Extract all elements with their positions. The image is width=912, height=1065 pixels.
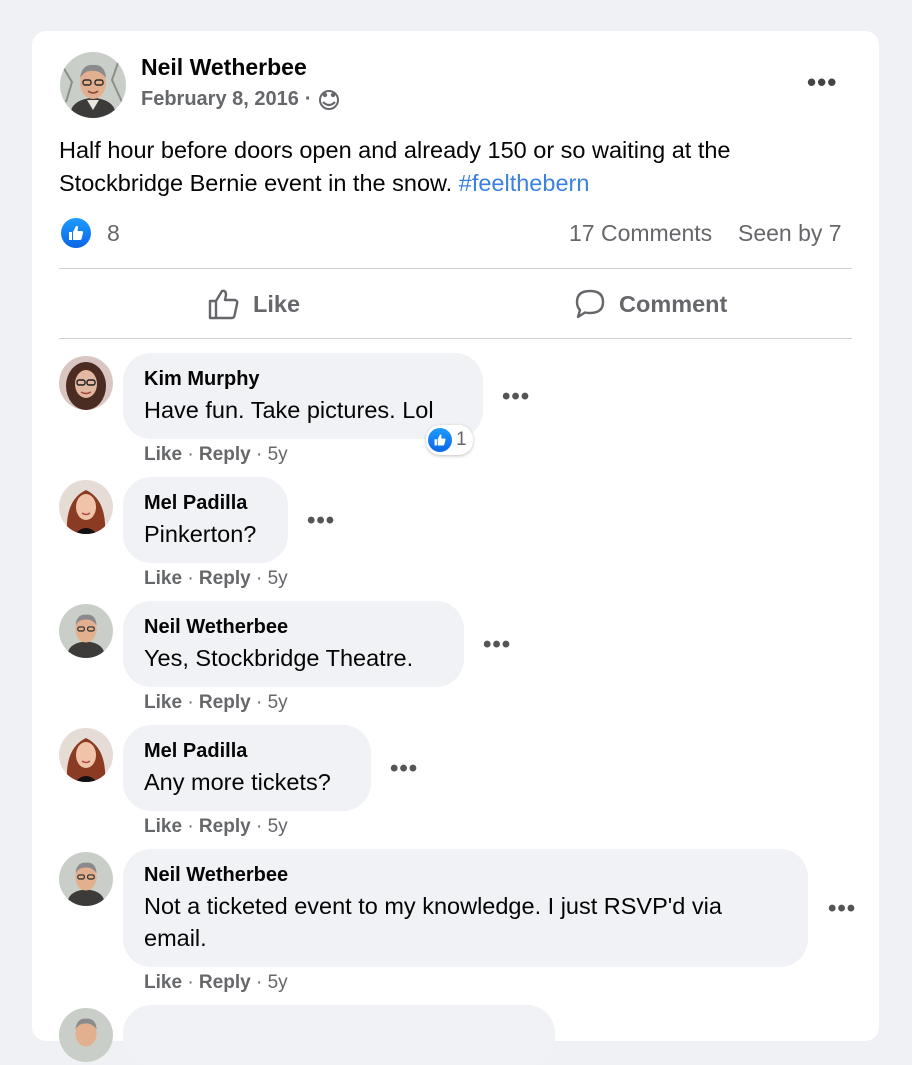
comment-age[interactable]: 5y [268, 568, 288, 589]
comment-author[interactable]: Neil Wetherbee [144, 616, 288, 639]
comment-actions: Like · Reply · 5y [144, 972, 288, 994]
post-text: Half hour before doors open and already … [59, 134, 839, 200]
hashtag-link[interactable]: #feelthebern [459, 170, 590, 196]
comment-reply-link[interactable]: Reply [199, 692, 251, 713]
comment-age[interactable]: 5y [268, 972, 288, 993]
comment-bubble [123, 1005, 555, 1065]
comment-actions: Like · Reply · 5y [144, 568, 288, 590]
comment-text: Pinkerton? [144, 521, 257, 547]
comment-actions: Like · Reply · 5y [144, 816, 288, 838]
separator: · [187, 816, 194, 837]
post-card: Neil Wetherbee February 8, 2016 · ••• Ha… [32, 31, 879, 1065]
comment-age[interactable]: 5y [268, 692, 288, 713]
likes-count[interactable]: 8 [107, 220, 120, 247]
comment-age[interactable]: 5y [268, 816, 288, 837]
comment-text: Have fun. Take pictures. Lol [144, 397, 434, 423]
comment-author[interactable]: Mel Padilla [144, 492, 247, 515]
divider-top [59, 268, 852, 269]
author-avatar[interactable] [60, 52, 126, 118]
comment-reaction-pill[interactable]: 1 [426, 425, 473, 455]
friends-icon [318, 89, 340, 111]
post-more-options[interactable]: ••• [807, 69, 837, 95]
post-meta: February 8, 2016 · [141, 88, 340, 111]
separator: · [255, 692, 263, 713]
comment-author[interactable]: Neil Wetherbee [144, 864, 288, 887]
divider-bottom [59, 338, 852, 339]
comment-text: Not a ticketed event to my knowledge. I … [144, 893, 722, 919]
separator: · [187, 692, 194, 713]
comment-bubble: Neil Wetherbee Yes, Stockbridge Theatre. [123, 601, 464, 687]
comment-reply-link[interactable]: Reply [199, 816, 251, 837]
commenter-avatar[interactable] [59, 480, 113, 534]
comment-reply-link[interactable]: Reply [199, 444, 251, 465]
separator: · [187, 568, 194, 589]
comment-icon [575, 289, 605, 319]
separator: · [187, 444, 194, 465]
separator: · [187, 972, 194, 993]
reaction-count: 1 [456, 429, 467, 450]
comment-like-link[interactable]: Like [144, 568, 182, 589]
comment-text: Any more tickets? [144, 769, 331, 795]
commenter-avatar[interactable] [59, 356, 113, 410]
comment-reply-link[interactable]: Reply [199, 972, 251, 993]
comment-age[interactable]: 5y [268, 444, 288, 465]
commenter-avatar[interactable] [59, 728, 113, 782]
comment-bubble: Mel Padilla Any more tickets? [123, 725, 371, 811]
meta-separator: · [304, 88, 312, 110]
separator: · [255, 816, 263, 837]
separator: · [255, 568, 263, 589]
comment-more-options[interactable]: ••• [483, 631, 511, 659]
separator: · [255, 972, 263, 993]
comment-more-options[interactable]: ••• [828, 895, 856, 923]
comment-like-link[interactable]: Like [144, 816, 182, 837]
comment-bubble: Kim Murphy Have fun. Take pictures. Lol [123, 353, 483, 439]
like-button[interactable]: Like [207, 287, 300, 321]
post-author-name[interactable]: Neil Wetherbee [141, 54, 307, 81]
seen-by[interactable]: Seen by 7 [738, 220, 842, 247]
like-reaction-icon[interactable] [61, 218, 91, 248]
comment-actions: Like · Reply · 5y [144, 692, 288, 714]
comment-reply-link[interactable]: Reply [199, 568, 251, 589]
like-reaction-icon [428, 428, 452, 452]
like-label: Like [253, 290, 301, 317]
comment-text: Yes, Stockbridge Theatre. [144, 645, 414, 671]
comment-text: email. [144, 925, 207, 951]
thumbs-up-icon [208, 289, 239, 320]
commenter-avatar[interactable] [59, 1008, 113, 1062]
comment-like-link[interactable]: Like [144, 444, 182, 465]
comment-label: Comment [619, 290, 728, 317]
comment-like-link[interactable]: Like [144, 692, 182, 713]
comment-author[interactable]: Mel Padilla [144, 740, 247, 763]
comment-button[interactable]: Comment [573, 287, 727, 321]
comment-bubble: Mel Padilla Pinkerton? [123, 477, 288, 563]
comment-more-options[interactable]: ••• [502, 383, 530, 411]
commenter-avatar[interactable] [59, 604, 113, 658]
comment-like-link[interactable]: Like [144, 972, 182, 993]
separator: · [255, 444, 263, 465]
comment-actions: Like · Reply · 5y [144, 444, 288, 466]
comment-author[interactable]: Kim Murphy [144, 368, 260, 391]
comment-more-options[interactable]: ••• [390, 755, 418, 783]
post-body: Half hour before doors open and already … [59, 137, 731, 196]
comment-more-options[interactable]: ••• [307, 507, 335, 535]
comments-count[interactable]: 17 Comments [569, 220, 712, 247]
post-date[interactable]: February 8, 2016 [141, 88, 299, 111]
comment-bubble: Neil Wetherbee Not a ticketed event to m… [123, 849, 808, 967]
commenter-avatar[interactable] [59, 852, 113, 906]
